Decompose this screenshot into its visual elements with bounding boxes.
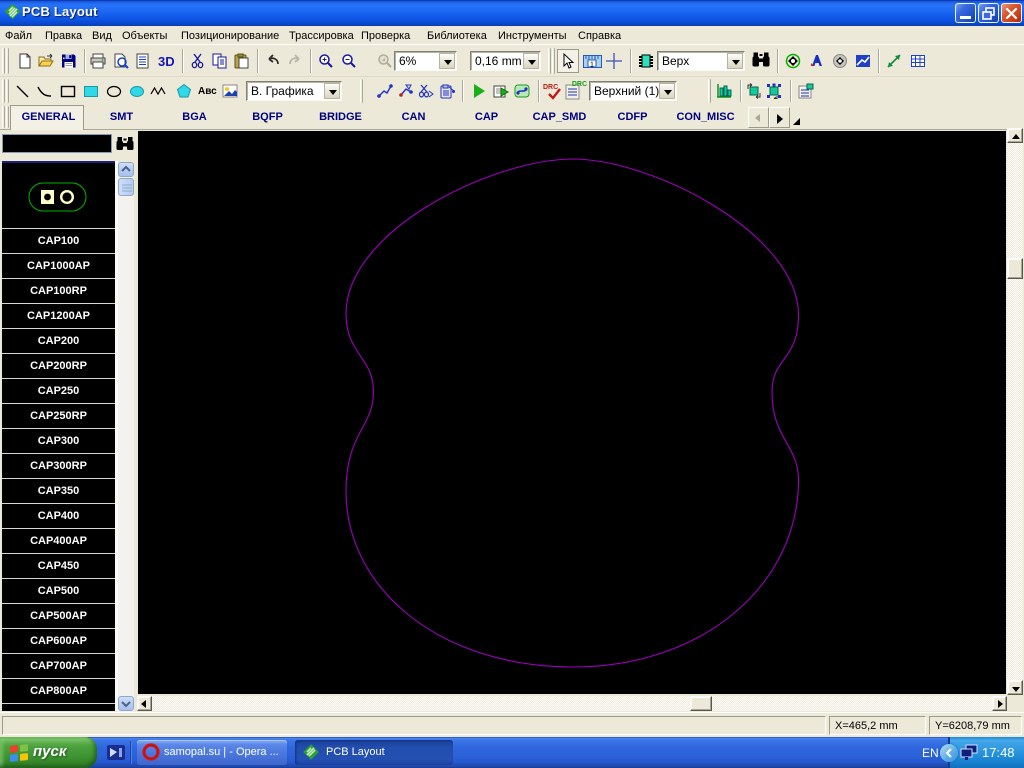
svg-text:1: 1 (590, 62, 594, 69)
